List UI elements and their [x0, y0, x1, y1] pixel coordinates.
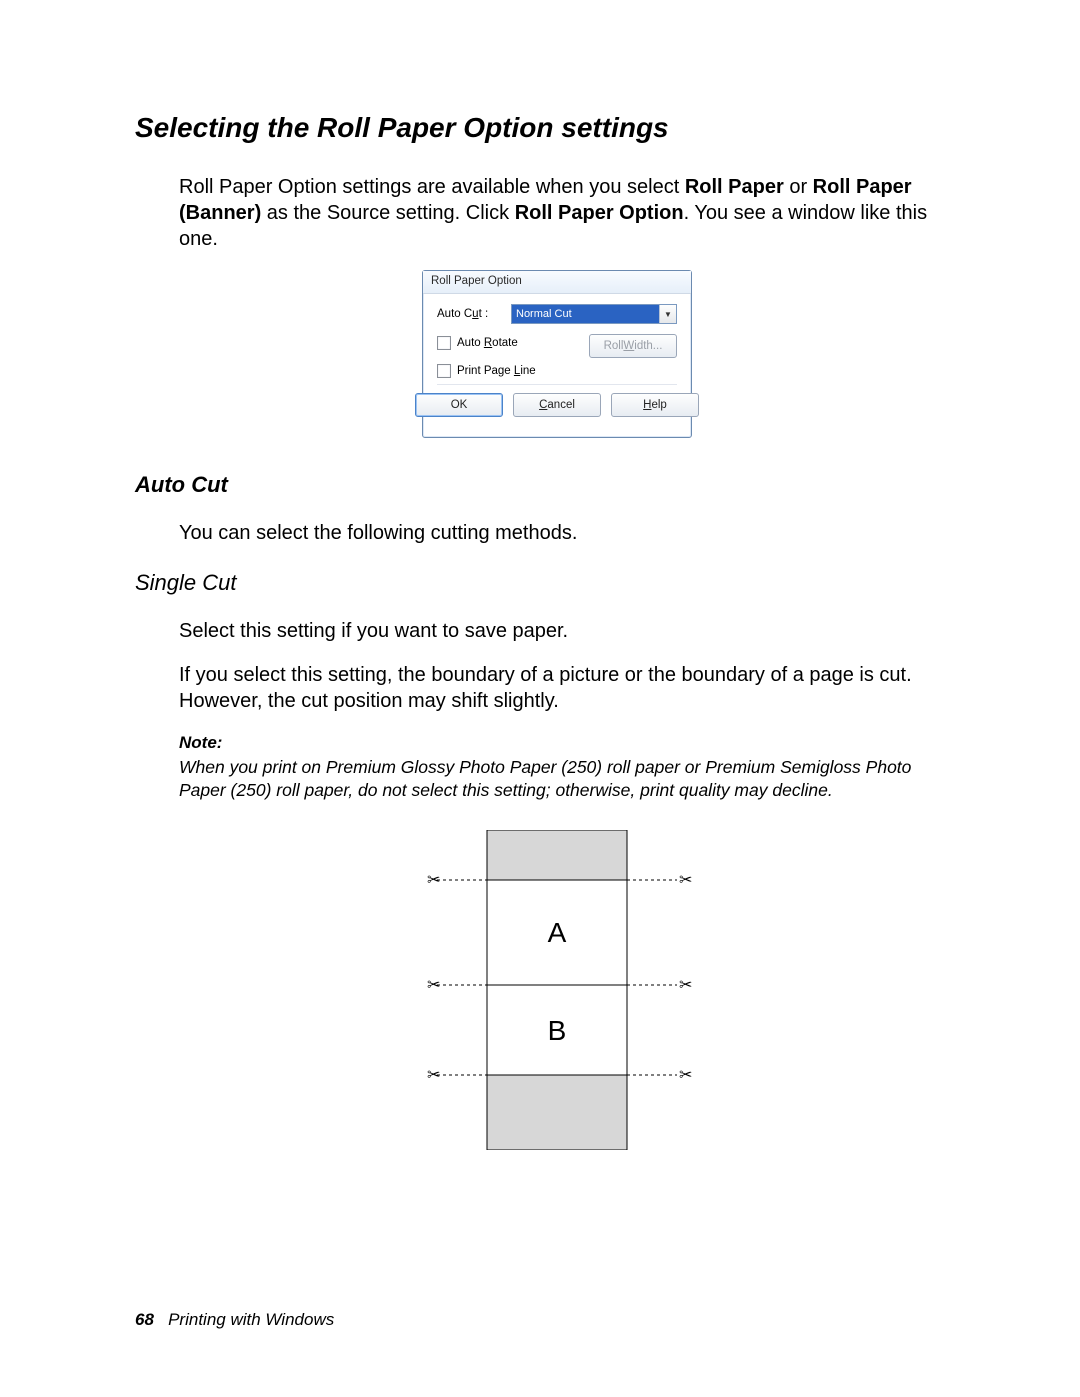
page-footer: 68 Printing with Windows — [135, 1310, 334, 1330]
page-number: 68 — [135, 1310, 154, 1329]
help-button[interactable]: Help — [611, 393, 699, 417]
scissors-icon: ✂ — [427, 1067, 440, 1084]
singlecut-para2: If you select this setting, the boundary… — [179, 662, 935, 714]
heading-autocut: Auto Cut — [135, 472, 945, 498]
autocut-select[interactable]: Normal Cut ▼ — [511, 304, 677, 324]
roll-paper-option-dialog: Roll Paper Option Auto Cut : Normal Cut … — [422, 270, 692, 438]
intro-text: or — [784, 176, 813, 198]
checkbox-icon — [437, 336, 451, 350]
rollwidth-button[interactable]: Roll Width... — [589, 334, 677, 358]
scissors-icon: ✂ — [427, 872, 440, 889]
intro-bold-rollpaper: Roll Paper — [685, 176, 784, 198]
diagram-label-b: B — [548, 1015, 567, 1046]
autocut-label: Auto Cut : — [437, 308, 511, 320]
scissors-icon: ✂ — [679, 1067, 692, 1084]
autocut-paragraph: You can select the following cutting met… — [179, 520, 935, 546]
scissors-icon: ✂ — [427, 977, 440, 994]
note-label: Note: — [179, 732, 935, 754]
diagram-label-a: A — [548, 917, 567, 948]
scissors-icon: ✂ — [679, 977, 692, 994]
ok-button[interactable]: OK — [415, 393, 503, 417]
footer-title: Printing with Windows — [168, 1310, 334, 1329]
autocut-value: Normal Cut — [512, 305, 659, 323]
checkbox-icon — [437, 364, 451, 378]
autorotate-label: Auto Rotate — [457, 337, 518, 349]
dialog-title: Roll Paper Option — [423, 271, 691, 294]
scissors-icon: ✂ — [679, 872, 692, 889]
heading-singlecut: Single Cut — [135, 570, 945, 596]
note-body: When you print on Premium Glossy Photo P… — [179, 756, 935, 802]
chevron-down-icon[interactable]: ▼ — [659, 305, 676, 323]
intro-text: as the Source setting. Click — [261, 202, 514, 224]
cancel-button[interactable]: Cancel — [513, 393, 601, 417]
singlecut-para1: Select this setting if you want to save … — [179, 618, 935, 644]
intro-paragraph: Roll Paper Option settings are available… — [179, 174, 935, 252]
intro-text: Roll Paper Option settings are available… — [179, 176, 685, 198]
autorotate-checkbox[interactable]: Auto Rotate — [437, 336, 518, 350]
intro-bold-option: Roll Paper Option — [515, 202, 684, 224]
singlecut-diagram: A B ✂ ✂ ✂ ✂ ✂ ✂ — [179, 830, 935, 1150]
printpageline-label: Print Page Line — [457, 365, 536, 377]
page-title: Selecting the Roll Paper Option settings — [135, 112, 945, 144]
printpageline-checkbox[interactable]: Print Page Line — [437, 364, 677, 378]
